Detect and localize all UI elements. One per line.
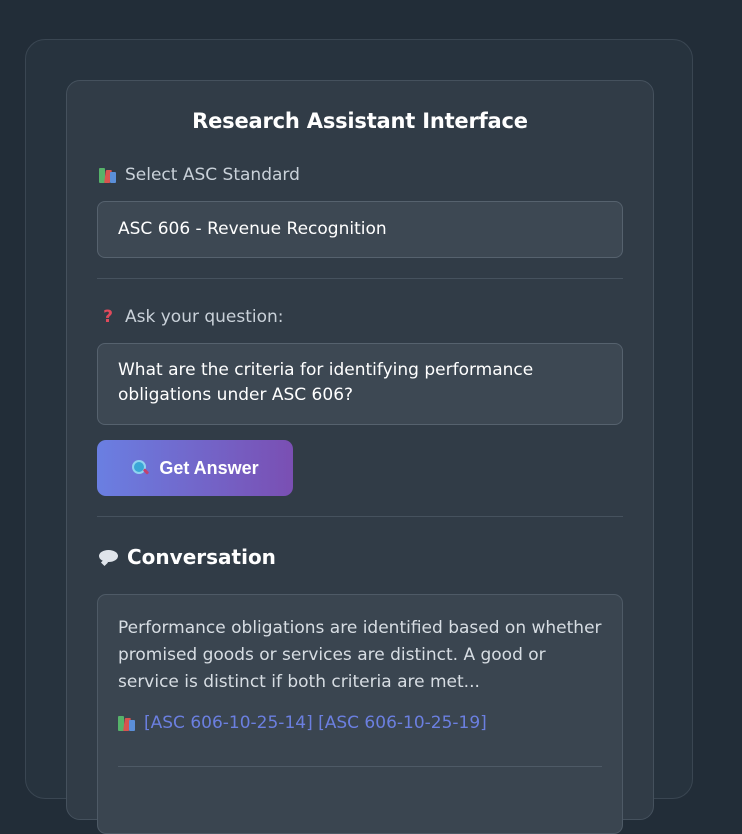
answer-text: Performance obligations are identified b… <box>118 618 602 692</box>
message-divider <box>118 766 602 767</box>
conversation-heading: Conversation <box>99 545 276 569</box>
page-title: Research Assistant Interface <box>192 109 528 133</box>
books-icon <box>99 167 117 183</box>
speech-bubble-icon <box>99 550 119 564</box>
section-divider <box>97 516 623 517</box>
research-assistant-card: Research Assistant Interface Select ASC … <box>66 80 654 834</box>
asc-standard-select[interactable]: ASC 606 - Revenue Recognition <box>97 201 623 258</box>
app-container: Research Assistant Interface Select ASC … <box>25 39 693 834</box>
standard-label-text: Select ASC Standard <box>125 165 300 185</box>
books-icon <box>118 715 136 731</box>
citation-line: [ASC 606-10-25-14] [ASC 606-10-25-19] <box>118 713 602 733</box>
citation-links[interactable]: [ASC 606-10-25-14] [ASC 606-10-25-19] <box>144 713 487 733</box>
question-label-text: Ask your question: <box>125 307 284 327</box>
get-answer-button[interactable]: Get Answer <box>97 440 293 496</box>
question-mark-icon: ? <box>103 307 113 327</box>
question-input[interactable]: What are the criteria for identifying pe… <box>97 343 623 425</box>
section-divider <box>97 278 623 279</box>
question-label: ? Ask your question: <box>99 307 284 327</box>
get-answer-label: Get Answer <box>159 457 259 478</box>
answer-message: Performance obligations are identified b… <box>97 594 623 834</box>
conversation-heading-text: Conversation <box>127 545 276 569</box>
magnifying-glass-icon <box>131 459 149 477</box>
standard-label: Select ASC Standard <box>99 165 300 185</box>
